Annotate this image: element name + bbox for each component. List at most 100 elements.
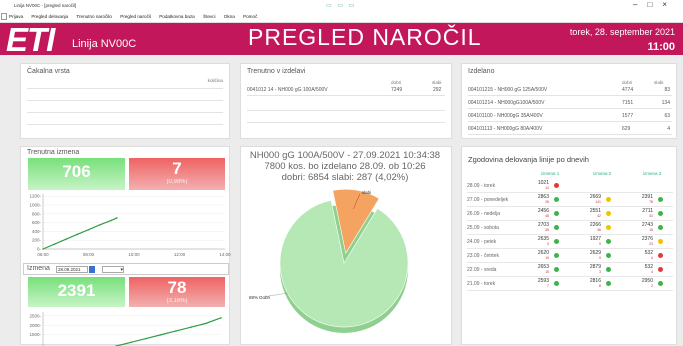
y-tick-label: 0-	[37, 247, 42, 252]
current-time: 11:00	[647, 41, 675, 53]
order-pie-chart: 88% Dobri slabi	[249, 188, 409, 333]
toolbar-icons[interactable]: ▭ ▭ ▭	[326, 2, 356, 9]
table-row[interactable]: 004101214 - NH000gG100A/500V 7151 134	[468, 98, 672, 109]
history-row[interactable]: 22.09 - sreda 2653 15 2879 3 532 4	[467, 263, 673, 277]
shift-output-chart: 0- 200- 400- 600- 800- 1000- 1200- 06:00 08:00 10…	[29, 194, 231, 257]
shift2-output-chart: 1500- 2000- 2500-	[29, 312, 222, 346]
menu-stevci[interactable]: Števci	[203, 11, 216, 23]
data-point	[220, 317, 222, 319]
status-dot-icon	[554, 211, 559, 216]
current-panel: Trenutno v izdelavi dobri slabi 0041012 …	[240, 63, 452, 139]
data-point	[99, 224, 101, 226]
history-panel: Zgodovina delovanja linije po dnevih izm…	[461, 146, 677, 345]
x-tick-label: 10:00	[128, 252, 140, 257]
menu-pomoc[interactable]: Pomoč	[243, 11, 257, 23]
status-dot-icon	[606, 225, 611, 230]
calendar-icon[interactable]	[89, 266, 95, 273]
history-cell: 2635 3	[529, 236, 559, 248]
table-row[interactable]: 004101215 - NH000 gG 125A/500V 4774 83	[468, 85, 672, 96]
history-row[interactable]: 23.09 - četrtek 2620 19 2629 9 532 4	[467, 249, 673, 263]
pie-title: NH000 gG 100A/500V - 27.09.2021 10:34:38	[249, 150, 441, 161]
history-bad-value: 15	[649, 228, 653, 232]
history-row[interactable]: 28.09 - torek 1021 14	[467, 179, 673, 193]
history-cell: 2620 19	[529, 250, 559, 262]
status-dot-icon	[606, 281, 611, 286]
pie-slice-label: slabi	[362, 190, 371, 195]
status-dot-icon	[554, 281, 559, 286]
shift-date-input[interactable]: 28.09.2021	[56, 266, 88, 273]
history-row[interactable]: 24.09 - petek 2635 3 1927 9 2376 23	[467, 235, 673, 249]
row-good: 1577	[622, 113, 634, 119]
row-bad: 134	[661, 100, 670, 106]
row-good: 7249	[391, 87, 403, 93]
history-bad-value: 19	[545, 256, 549, 260]
y-tick-label: 1000-	[29, 203, 41, 208]
divider	[27, 100, 223, 101]
menu-trenutno-narocilo[interactable]: Trenutno naročilo	[76, 11, 112, 23]
history-day: 23.09 - četrtek	[467, 253, 499, 259]
current-date: torek, 28. september 2021	[569, 27, 675, 37]
history-cell: 2629 9	[581, 250, 611, 262]
menu-pregled-narocil[interactable]: Pregled naročil	[120, 11, 151, 23]
history-row[interactable]: 27.09 - ponedeljek 2863 26 2669 141 2391 78	[467, 193, 673, 207]
status-dot-icon	[554, 225, 559, 230]
status-dot-icon	[658, 281, 663, 286]
data-point	[64, 238, 67, 241]
pie-subtitle2: dobri: 6854 slabi: 287 (4,02%)	[281, 172, 409, 183]
minimize-button[interactable]: –	[633, 0, 647, 9]
queue-panel: Čakalna vrsta količina	[20, 63, 230, 139]
history-bad-value: 3	[599, 270, 601, 274]
shift2-bad-pct: (3,16%)	[166, 298, 188, 304]
table-row[interactable]: 004101100 - NH000gG 35A/400V 1577 63	[468, 111, 672, 122]
shift-bad-tile: 7 (0,98%)	[129, 158, 225, 190]
history-cell: 532 4	[633, 264, 663, 276]
history-bad-value: 35	[545, 228, 549, 232]
row-bad: 4	[667, 126, 670, 132]
status-dot-icon	[606, 253, 611, 258]
queue-qty-header: količina	[207, 78, 223, 83]
data-point	[110, 219, 113, 222]
header-bar: ETI Linija NV00C PREGLED NAROČIL torek, …	[0, 23, 683, 57]
line-name: Linija NV00C	[72, 38, 137, 50]
history-cell: 532 4	[633, 250, 663, 262]
status-dot-icon	[658, 197, 663, 202]
history-row[interactable]: 25.09 - sobota 2703 35 2266 36 2743 15	[467, 221, 673, 235]
history-bad-value: 2	[651, 284, 653, 288]
shift-bad-pct: (0,98%)	[166, 179, 188, 185]
history-bad-value: 23	[649, 242, 653, 246]
data-point	[76, 233, 78, 236]
queue-title: Čakalna vrsta	[27, 68, 70, 75]
data-point	[160, 333, 162, 336]
row-bad: 83	[664, 87, 670, 93]
history-cell: 2593 7	[529, 278, 559, 290]
status-dot-icon	[606, 211, 611, 216]
y-tick-label: 400-	[32, 229, 42, 234]
history-bad-value: 141	[595, 200, 601, 204]
row-name: 004101113 - NH000gG 80A/400V	[468, 126, 543, 132]
maximize-button[interactable]: □	[647, 0, 662, 9]
history-row[interactable]: 21.09 - torek 2593 7 2816 8 2950 2	[467, 277, 673, 291]
divider	[247, 110, 445, 111]
window-controls[interactable]: –□×	[633, 0, 677, 10]
data-point	[190, 326, 192, 328]
data-point	[145, 337, 147, 340]
history-day: 28.09 - torek	[467, 183, 496, 189]
history-bad-value: 48	[545, 214, 549, 218]
menu-bar: Prijava Pregled delovanja Trenutno naroč…	[0, 11, 683, 23]
history-cell: 2653 15	[529, 264, 559, 276]
table-row[interactable]: 004101113 - NH000gG 80A/400V 629 4	[468, 124, 672, 135]
shift-number-select[interactable]: ▾	[102, 266, 124, 273]
menu-podatkovna-baza[interactable]: Podatkovna baza	[159, 11, 195, 23]
history-day: 27.09 - ponedeljek	[467, 197, 509, 203]
history-row[interactable]: 26.09 - nedelja 2456 48 2551 42 2711 31	[467, 207, 673, 221]
close-button[interactable]: ×	[662, 0, 677, 9]
history-cell: 2879 3	[581, 264, 611, 276]
menu-okna[interactable]: Okna	[224, 11, 235, 23]
data-point	[53, 243, 56, 245]
data-point	[130, 341, 132, 344]
shift-panel: Trenutna izmena 706 7 (0,98%) 0- 200- 400-…	[20, 146, 231, 346]
table-row[interactable]: 0041012 14 - NH000 gG 100A/500V 7249 292	[247, 85, 445, 96]
row-name: 004101214 - NH000gG100A/500V	[468, 100, 545, 106]
status-dot-icon	[554, 253, 559, 258]
status-dot-icon	[658, 211, 663, 216]
